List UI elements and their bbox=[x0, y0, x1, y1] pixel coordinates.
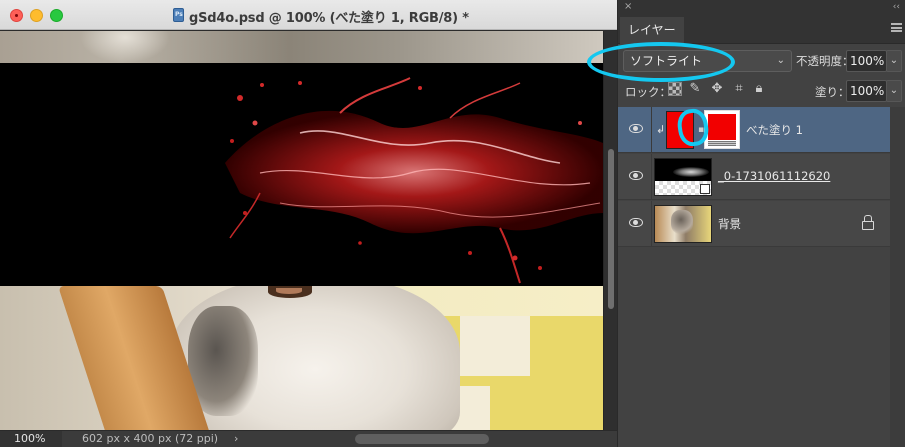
layer-divider bbox=[651, 154, 652, 200]
smart-object-icon bbox=[700, 184, 710, 194]
layer-mask-thumbnail[interactable] bbox=[704, 110, 740, 149]
panel-scrollbar[interactable] bbox=[890, 107, 905, 447]
menu-icon[interactable] bbox=[891, 23, 902, 32]
layer-row-fill[interactable]: ↲ ▪ べた塗り 1 bbox=[618, 107, 890, 153]
eye-icon[interactable] bbox=[629, 124, 643, 133]
document-window: gSd4o.psd @ 100% (べた塗り 1, RGB/8) * bbox=[0, 0, 617, 447]
eye-icon[interactable] bbox=[629, 218, 643, 227]
psd-file-icon bbox=[173, 8, 184, 22]
lock-transparency-icon[interactable] bbox=[668, 82, 682, 96]
opacity-label: 不透明度： bbox=[796, 54, 854, 68]
panel-tab-row: レイヤー bbox=[618, 15, 905, 44]
lock-icon bbox=[862, 215, 874, 230]
opacity-dropdown-icon[interactable]: ⌄ bbox=[886, 50, 902, 72]
zoom-field[interactable]: 100% bbox=[0, 431, 62, 447]
layer-row-splash[interactable]: _0-1731061112620 bbox=[618, 154, 890, 200]
panel-header-strip: × ‹‹ bbox=[618, 0, 905, 15]
cat-photo-bottom bbox=[0, 286, 603, 430]
document-info: 602 px x 400 px (72 ppi) bbox=[82, 432, 219, 445]
horizontal-scroll-thumb[interactable] bbox=[355, 434, 489, 444]
photoshop-screen: gSd4o.psd @ 100% (べた塗り 1, RGB/8) * bbox=[0, 0, 905, 447]
splash-layer-area bbox=[0, 63, 603, 286]
maximize-icon[interactable] bbox=[50, 9, 63, 22]
cat-photo-top bbox=[0, 31, 603, 63]
tab-layers[interactable]: レイヤー bbox=[620, 17, 684, 44]
close-icon[interactable] bbox=[10, 9, 23, 22]
lock-label: ロック： bbox=[625, 85, 671, 99]
canvas[interactable] bbox=[0, 31, 603, 430]
red-splash-image bbox=[225, 77, 603, 284]
lock-paint-brush-icon[interactable]: ✎ bbox=[688, 82, 702, 96]
layer-divider bbox=[651, 201, 652, 247]
status-menu-arrow[interactable]: › bbox=[234, 431, 238, 447]
fill-label: 塗り： bbox=[815, 85, 850, 99]
opacity-input[interactable]: 100% bbox=[846, 50, 887, 72]
background-layer-thumbnail[interactable] bbox=[654, 205, 712, 243]
fill-input[interactable]: 100% bbox=[846, 80, 887, 102]
minimize-icon[interactable] bbox=[30, 9, 43, 22]
eye-icon[interactable] bbox=[629, 171, 643, 180]
layers-panel: × ‹‹ レイヤー ソフトライト ⌄ 不透明度： 100% ⌄ ロック： ✎ ✥… bbox=[617, 0, 905, 447]
fill-dropdown-icon[interactable]: ⌄ bbox=[886, 80, 902, 102]
layer-name: べた塗り 1 bbox=[746, 123, 803, 137]
chevron-down-icon: ⌄ bbox=[776, 55, 785, 66]
vertical-scroll-thumb[interactable] bbox=[608, 149, 614, 309]
fill-color-thumbnail[interactable] bbox=[666, 111, 694, 149]
lock-all-icon[interactable]: 🔒︎ bbox=[752, 82, 766, 96]
lock-position-move-icon[interactable]: ✥ bbox=[710, 82, 724, 96]
blend-mode-select[interactable]: ソフトライト ⌄ bbox=[623, 50, 792, 72]
blend-mode-value: ソフトライト bbox=[630, 54, 703, 68]
status-bar: 100% 602 px x 400 px (72 ppi) › bbox=[0, 430, 617, 447]
title-bar[interactable]: gSd4o.psd @ 100% (べた塗り 1, RGB/8) * bbox=[0, 0, 617, 30]
cat-mouth bbox=[268, 286, 312, 298]
vertical-scrollbar[interactable] bbox=[603, 31, 617, 430]
clip-arrow-icon: ↲ bbox=[656, 123, 666, 136]
panel-close-icon[interactable]: × bbox=[624, 1, 632, 12]
layer-name: 背景 bbox=[718, 217, 741, 231]
layer-divider bbox=[651, 107, 652, 153]
collapse-icon[interactable]: ‹‹ bbox=[893, 2, 900, 12]
lock-artboard-crop-icon[interactable]: ⌗ bbox=[732, 82, 746, 96]
layer-name: _0-1731061112620 bbox=[718, 169, 831, 183]
document-title: gSd4o.psd @ 100% (べた塗り 1, RGB/8) * bbox=[189, 11, 469, 26]
layer-row-background[interactable]: 背景 bbox=[618, 201, 890, 247]
